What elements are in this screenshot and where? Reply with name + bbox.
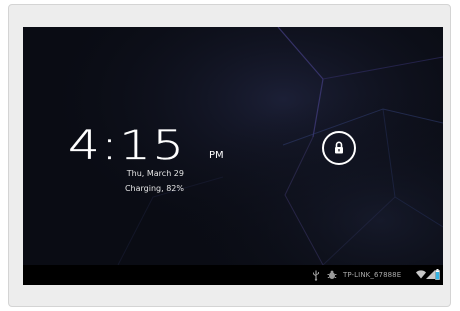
tablet-lock-screen: 4:15 PM Thu, March 29 Charging, 82% TP-L…: [23, 27, 443, 285]
network-name: TP-LINK_67888E: [343, 271, 402, 279]
clock: 4:15 PM: [68, 122, 228, 192]
wifi-icon: [416, 270, 426, 279]
unlock-button[interactable]: [322, 131, 356, 165]
usb-icon: [313, 270, 319, 281]
lock-icon: [335, 141, 343, 154]
date-label: Thu, March 29: [126, 169, 184, 178]
clock-time: 4:15: [68, 123, 186, 169]
debug-icon: [327, 270, 337, 279]
battery-icon: [435, 269, 440, 280]
charging-status: Charging, 82%: [124, 184, 184, 193]
status-bar: TP-LINK_67888E: [23, 265, 443, 285]
clock-ampm: PM: [209, 150, 224, 161]
signal-icon: [426, 270, 435, 279]
